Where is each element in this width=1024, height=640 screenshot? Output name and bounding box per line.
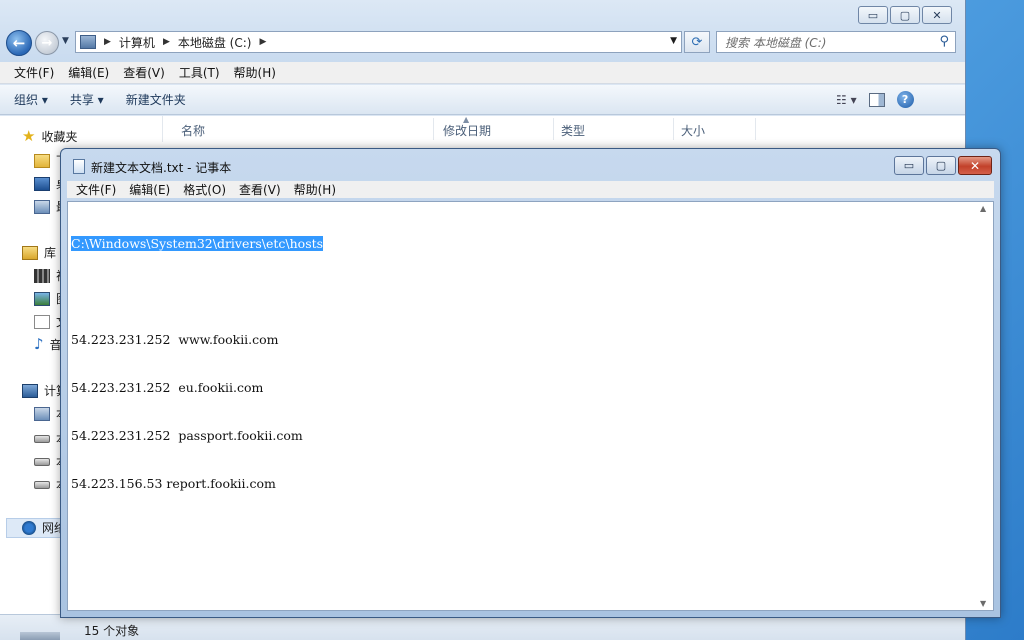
text-line[interactable]: 54.223.231.252 www.fookii.com [71,332,977,348]
text-line[interactable]: 54.223.231.252 eu.fookii.com [71,380,977,396]
view-options-icon[interactable]: ☷ ▾ [836,93,857,107]
arrow-right-icon: → [41,35,53,51]
nav-libraries[interactable]: 库 [22,244,56,261]
breadcrumb-computer[interactable]: 计算机 [119,34,155,51]
recent-places-icon [34,199,50,214]
address-dropdown-icon[interactable]: ▼ [670,36,677,46]
star-icon: ★ [22,127,36,145]
history-dropdown-icon[interactable]: ▼ [62,36,69,46]
drive-icon [34,434,50,443]
search-icon[interactable]: ⚲ [939,34,949,49]
share-button[interactable]: 共享 ▾ [70,91,104,108]
explorer-toolbar: 组织 ▾ 共享 ▾ 新建文件夹 ☷ ▾ ? [0,85,965,115]
column-type[interactable]: 类型 [561,122,585,139]
menu-file[interactable]: 文件(F) [8,62,60,83]
video-icon [34,268,50,283]
chevron-right-icon[interactable]: ▶ [259,37,266,47]
menu-view[interactable]: 查看(V) [233,181,287,198]
notepad-window: 新建文本文档.txt - 记事本 ▭ ▢ ✕ 文件(F) 编辑(E) 格式(O)… [60,148,1001,618]
selected-text[interactable]: C:\Windows\System32\drivers\etc\hosts [71,236,324,251]
menu-format[interactable]: 格式(O) [177,181,232,198]
editor-content[interactable]: C:\Windows\System32\drivers\etc\hosts 54… [71,204,977,524]
maximize-button[interactable]: ▢ [926,156,956,175]
drive-icon [34,480,50,489]
nav-item-music[interactable]: ♪ 音 [34,336,62,353]
music-note-icon: ♪ [34,335,44,353]
refresh-icon: ⟳ [691,34,703,50]
menu-file[interactable]: 文件(F) [70,181,122,198]
windows-drive-icon [34,406,50,421]
window-title: 新建文本文档.txt - 记事本 [91,161,232,175]
computer-icon [80,35,96,49]
refresh-button[interactable]: ⟳ [684,31,710,53]
breadcrumb-drive-c[interactable]: 本地磁盘 (C:) [178,34,252,51]
menu-edit[interactable]: 编辑(E) [62,62,115,83]
downloads-folder-icon [34,153,50,168]
close-button[interactable]: ✕ [958,156,992,175]
text-line[interactable] [71,284,977,300]
address-bar[interactable]: ▶ 计算机 ▶ 本地磁盘 (C:) ▶ ▼ [75,31,682,53]
search-placeholder: 搜索 本地磁盘 (C:) [725,35,827,50]
chevron-right-icon[interactable]: ▶ [163,37,170,47]
text-line[interactable]: 54.223.231.252 passport.fookii.com [71,428,977,444]
minimize-button[interactable]: ▭ [858,6,888,24]
nav-favorites[interactable]: ★ 收藏夹 [22,128,77,145]
forward-button[interactable]: → [35,31,59,55]
nav-libraries-label: 库 [44,246,57,260]
chevron-right-icon[interactable]: ▶ [104,37,111,47]
view-controls: ☷ ▾ ? [836,91,914,108]
column-date-modified[interactable]: 修改日期 [443,122,491,139]
column-divider[interactable] [553,118,554,140]
notepad-icon [73,159,85,174]
column-headers: ▲ 名称 修改日期 类型 大小 [162,115,965,142]
help-button[interactable]: ? [896,91,914,108]
picture-icon [34,291,50,306]
search-input[interactable]: 搜索 本地磁盘 (C:) ⚲ [716,31,956,53]
maximize-button[interactable]: ▢ [890,6,920,24]
scroll-down-icon[interactable]: ▼ [980,599,986,608]
document-icon [34,314,50,329]
menu-view[interactable]: 查看(V) [117,62,171,83]
library-icon [22,245,38,260]
menu-tools[interactable]: 工具(T) [173,62,226,83]
nav-favorites-label: 收藏夹 [41,130,78,144]
new-folder-button[interactable]: 新建文件夹 [126,91,186,108]
notepad-menubar: 文件(F) 编辑(E) 格式(O) 查看(V) 帮助(H) [67,181,994,198]
column-size[interactable]: 大小 [681,122,705,139]
column-divider[interactable] [755,118,756,140]
scroll-up-icon[interactable]: ▲ [980,204,986,213]
network-icon [22,520,36,535]
notepad-titlebar[interactable]: 新建文本文档.txt - 记事本 ▭ ▢ ✕ [61,149,1000,181]
notepad-window-buttons: ▭ ▢ ✕ [894,156,992,175]
menu-help[interactable]: 帮助(H) [228,62,282,83]
desktop-icon [34,176,50,191]
text-editor[interactable]: C:\Windows\System32\drivers\etc\hosts 54… [67,201,994,611]
column-divider[interactable] [673,118,674,140]
text-line[interactable]: C:\Windows\System32\drivers\etc\hosts [71,236,977,252]
vertical-scrollbar[interactable]: ▲ ▼ [977,202,993,610]
computer-icon [22,383,38,398]
text-line[interactable]: 54.223.156.53 report.fookii.com [71,476,977,492]
close-button[interactable]: ✕ [922,6,952,24]
organize-button[interactable]: 组织 ▾ [14,91,48,108]
drive-icon [34,457,50,466]
arrow-left-icon: ← [12,34,26,52]
minimize-button[interactable]: ▭ [894,156,924,175]
column-name[interactable]: 名称 [181,122,205,139]
drive-status-icon [20,632,60,640]
explorer-menubar: 文件(F) 编辑(E) 查看(V) 工具(T) 帮助(H) [0,62,965,84]
item-count: 15 个对象 [84,624,140,638]
menu-edit[interactable]: 编辑(E) [123,181,176,198]
menu-help[interactable]: 帮助(H) [288,181,342,198]
back-button[interactable]: ← [6,30,32,56]
preview-pane-icon[interactable] [868,92,885,107]
column-divider[interactable] [433,118,434,140]
explorer-window-buttons: ▭ ▢ ✕ [858,6,952,24]
